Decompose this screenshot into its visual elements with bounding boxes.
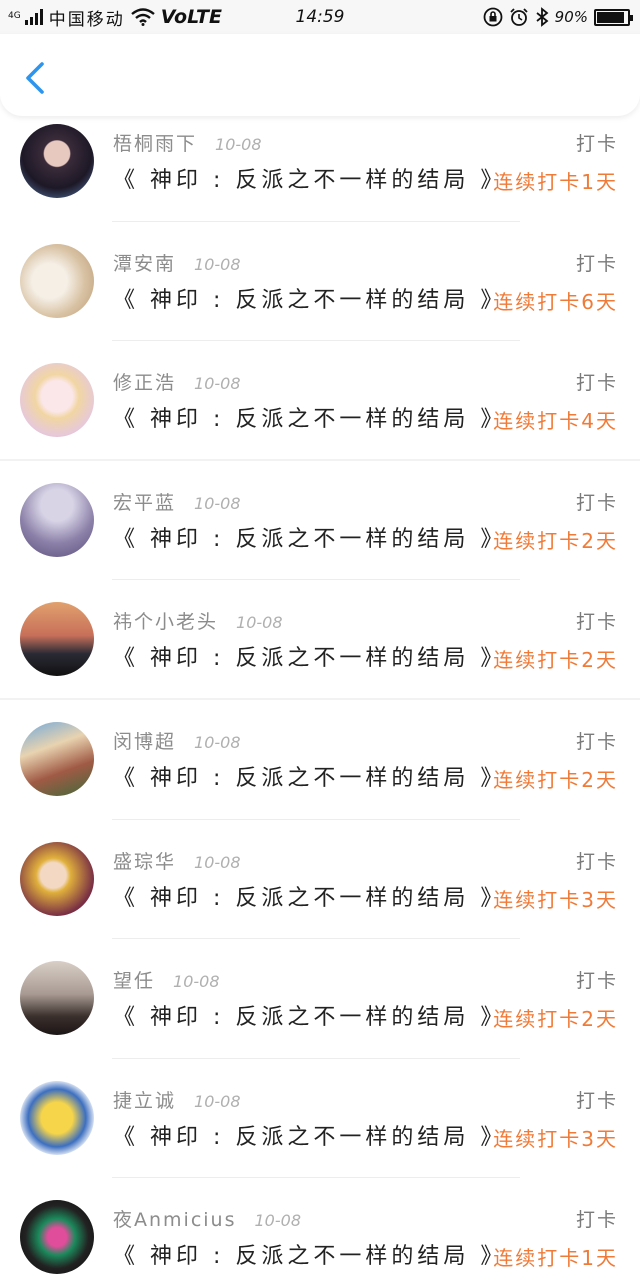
avatar[interactable]	[20, 961, 94, 1036]
avatar[interactable]	[20, 1080, 94, 1155]
battery-icon	[594, 8, 633, 26]
streak-label: 连续打卡3天	[493, 1126, 618, 1151]
streak-label: 连续打卡1天	[493, 1246, 618, 1271]
list-item[interactable]: 盛琮华 10-08 打卡 《 神印 : 反派之不一样的结局 》 连续打卡3天	[0, 820, 640, 940]
streak-label: 连续打卡3天	[493, 887, 618, 912]
avatar[interactable]	[20, 841, 94, 916]
action-label: 打卡	[575, 491, 618, 514]
rotation-lock-icon	[483, 7, 503, 27]
alarm-icon	[510, 8, 528, 26]
list-item[interactable]: 祎个小老头 10-08 打卡 《 神印 : 反派之不一样的结局 》 连续打卡2天	[0, 580, 640, 700]
checkin-date: 10-08	[194, 852, 241, 872]
book-title[interactable]: 《 神印 : 反派之不一样的结局 》	[113, 640, 506, 672]
user-name[interactable]: 捷立诚	[113, 1090, 176, 1112]
action-label: 打卡	[575, 372, 618, 395]
user-name[interactable]: 盛琮华	[113, 851, 176, 873]
user-meta: 祎个小老头 10-08	[113, 607, 283, 634]
user-meta: 潭安南 10-08	[113, 249, 241, 276]
action-label: 打卡	[575, 970, 618, 993]
avatar[interactable]	[20, 482, 94, 557]
checkin-date: 10-08	[194, 732, 241, 752]
checkin-date: 10-08	[215, 135, 262, 154]
book-title[interactable]: 《 神印 : 反派之不一样的结局 》	[113, 1238, 506, 1270]
checkin-date: 10-08	[194, 1091, 241, 1111]
list-item[interactable]: 梧桐雨下 10-08 打卡 《 神印 : 反派之不一样的结局 》 连续打卡1天	[0, 102, 640, 222]
user-meta: 宏平蓝 10-08	[113, 488, 241, 515]
list-item[interactable]: 捷立诚 10-08 打卡 《 神印 : 反派之不一样的结局 》 连续打卡3天	[0, 1059, 640, 1179]
carrier-name: 中国移动	[48, 9, 125, 30]
action-label: 打卡	[575, 133, 618, 155]
avatar[interactable]	[20, 1200, 94, 1275]
nav-bar	[0, 34, 640, 116]
user-meta: 盛琮华 10-08	[113, 847, 241, 874]
list-item[interactable]: 宏平蓝 10-08 打卡 《 神印 : 反派之不一样的结局 》 连续打卡2天	[0, 461, 640, 581]
signal-icon	[24, 9, 43, 25]
streak-label: 连续打卡4天	[493, 409, 618, 434]
book-title[interactable]: 《 神印 : 反派之不一样的结局 》	[113, 760, 506, 792]
user-meta: 捷立诚 10-08	[113, 1086, 241, 1113]
avatar[interactable]	[20, 721, 94, 796]
checkin-date: 10-08	[194, 374, 241, 394]
user-name[interactable]: 闵博超	[113, 731, 176, 753]
user-meta: 修正浩 10-08	[113, 368, 241, 395]
book-title[interactable]: 《 神印 : 反派之不一样的结局 》	[113, 999, 506, 1031]
checkin-date: 10-08	[236, 613, 283, 633]
user-name[interactable]: 望任	[113, 970, 155, 992]
streak-label: 连续打卡1天	[493, 170, 618, 194]
network-type: 4G	[8, 10, 21, 21]
book-title[interactable]: 《 神印 : 反派之不一样的结局 》	[113, 1119, 506, 1151]
user-name[interactable]: 宏平蓝	[113, 492, 176, 514]
book-title[interactable]: 《 神印 : 反派之不一样的结局 》	[113, 162, 506, 194]
bluetooth-icon	[536, 7, 549, 27]
battery-percent: 90%	[554, 8, 588, 26]
user-meta: 夜Anmicius 10-08	[113, 1205, 301, 1232]
list-item[interactable]: 潭安南 10-08 打卡 《 神印 : 反派之不一样的结局 》 连续打卡6天	[0, 222, 640, 342]
user-name[interactable]: 梧桐雨下	[113, 133, 197, 155]
streak-label: 连续打卡2天	[493, 767, 618, 792]
volte-label: VoLTE	[160, 6, 222, 28]
action-label: 打卡	[575, 611, 618, 634]
wifi-icon	[130, 8, 155, 26]
user-name[interactable]: 夜Anmicius	[113, 1209, 237, 1231]
streak-label: 连续打卡2天	[493, 648, 618, 673]
user-name[interactable]: 修正浩	[113, 372, 176, 394]
avatar[interactable]	[20, 363, 94, 438]
status-bar: 4G 中国移动 VoLTE 14:59 90%	[0, 0, 640, 34]
action-label: 打卡	[575, 1089, 618, 1112]
list-item[interactable]: 闵博超 10-08 打卡 《 神印 : 反派之不一样的结局 》 连续打卡2天	[0, 700, 640, 820]
action-label: 打卡	[575, 850, 618, 873]
checkin-list: 梧桐雨下 10-08 打卡 《 神印 : 反派之不一样的结局 》 连续打卡1天 潭…	[0, 102, 640, 1280]
streak-label: 连续打卡6天	[493, 289, 618, 314]
chevron-left-icon	[26, 62, 44, 94]
avatar[interactable]	[20, 602, 94, 677]
action-label: 打卡	[575, 1209, 618, 1232]
book-title[interactable]: 《 神印 : 反派之不一样的结局 》	[113, 521, 506, 553]
status-right: 90%	[483, 7, 633, 27]
user-name[interactable]: 祎个小老头	[113, 611, 218, 633]
status-left: 4G 中国移动 VoLTE	[8, 5, 222, 30]
user-meta: 闵博超 10-08	[113, 727, 241, 754]
user-meta: 望任 10-08	[113, 966, 220, 993]
action-label: 打卡	[575, 730, 618, 753]
list-item[interactable]: 修正浩 10-08 打卡 《 神印 : 反派之不一样的结局 》 连续打卡4天	[0, 341, 640, 461]
avatar[interactable]	[20, 124, 94, 198]
user-meta: 梧桐雨下 10-08	[113, 129, 262, 156]
user-name[interactable]: 潭安南	[113, 253, 176, 275]
checkin-date: 10-08	[194, 254, 241, 274]
list-item[interactable]: 夜Anmicius 10-08 打卡 《 神印 : 反派之不一样的结局 》 连续打…	[0, 1178, 640, 1280]
checkin-date: 10-08	[173, 972, 220, 992]
streak-label: 连续打卡2天	[493, 528, 618, 553]
checkin-date: 10-08	[194, 493, 241, 513]
checkin-date: 10-08	[254, 1211, 302, 1231]
book-title[interactable]: 《 神印 : 反派之不一样的结局 》	[113, 282, 506, 314]
avatar[interactable]	[20, 243, 94, 318]
action-label: 打卡	[575, 252, 618, 275]
back-button[interactable]	[18, 58, 54, 98]
book-title[interactable]: 《 神印 : 反派之不一样的结局 》	[113, 880, 506, 912]
streak-label: 连续打卡2天	[493, 1007, 618, 1032]
list-item[interactable]: 望任 10-08 打卡 《 神印 : 反派之不一样的结局 》 连续打卡2天	[0, 939, 640, 1059]
book-title[interactable]: 《 神印 : 反派之不一样的结局 》	[113, 401, 506, 433]
